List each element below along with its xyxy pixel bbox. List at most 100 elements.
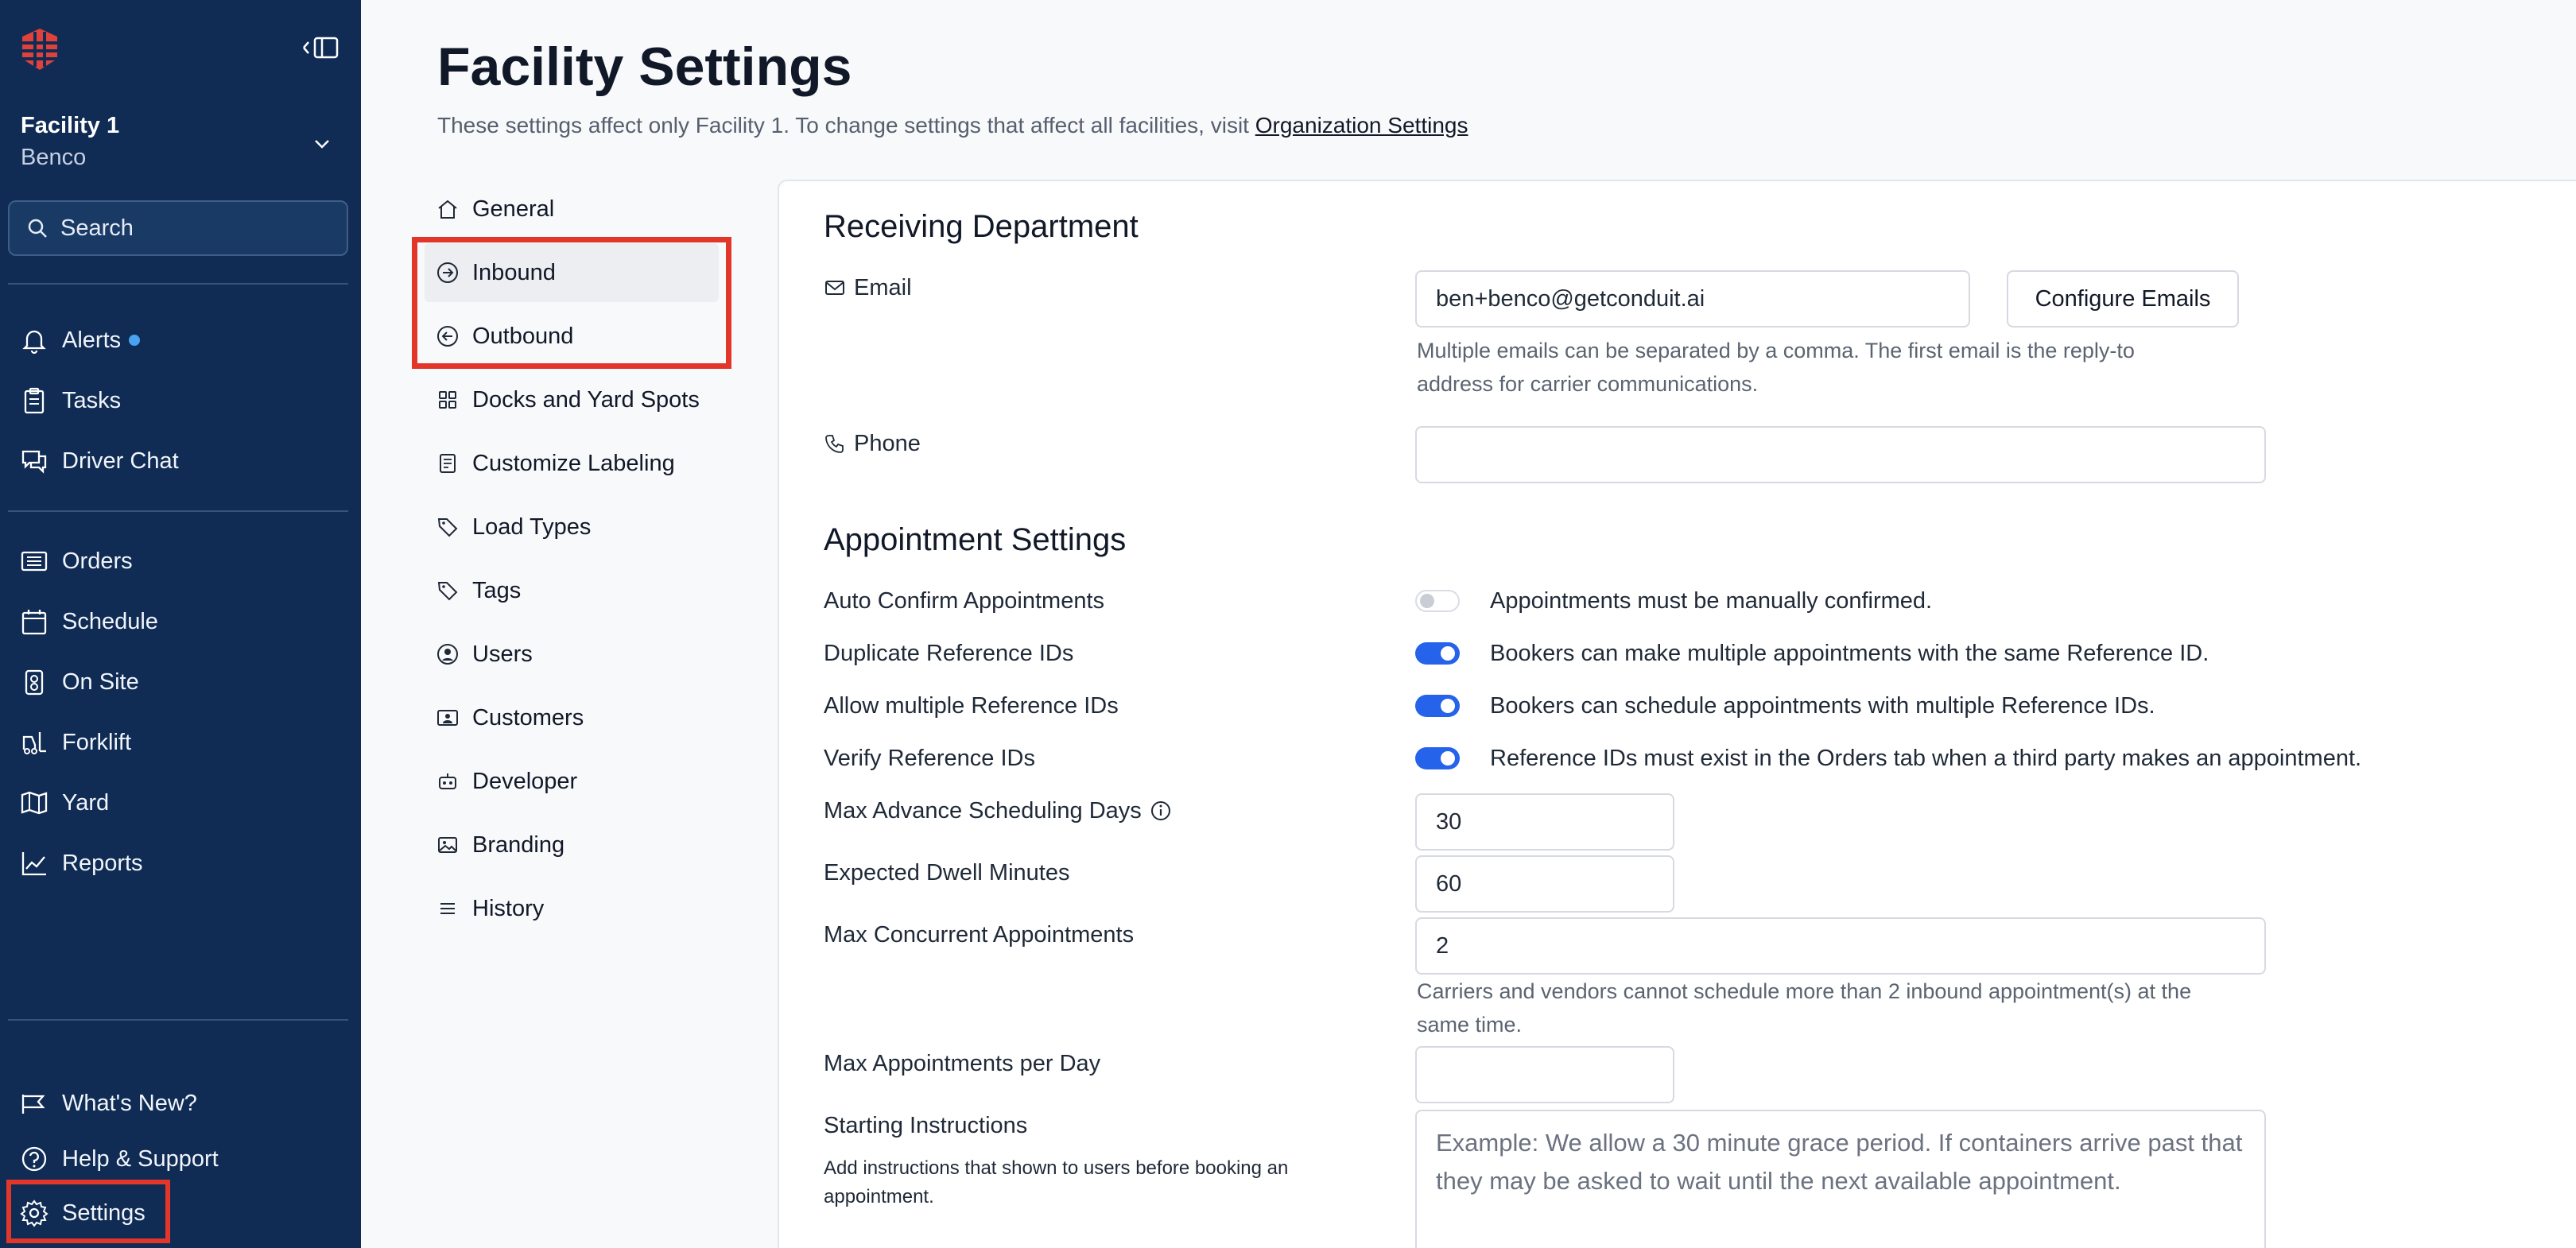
sidebar-item-label: On Site <box>62 669 139 695</box>
sidebar-item-orders[interactable]: Orders <box>19 537 133 585</box>
multiple-reference-label: Allow multiple Reference IDs <box>824 693 1119 719</box>
max-advance-input[interactable]: 30 <box>1415 793 1674 851</box>
sidebar-item-label: Tasks <box>62 387 122 413</box>
duplicate-reference-toggle[interactable] <box>1415 642 1460 665</box>
search-icon <box>28 219 47 238</box>
dwell-minutes-input[interactable]: 60 <box>1415 855 1674 913</box>
max-concurrent-input[interactable]: 2 <box>1415 917 2266 975</box>
grid-icon <box>439 391 456 409</box>
list-icon <box>440 903 455 914</box>
mail-icon <box>825 281 844 295</box>
starting-instructions-textarea[interactable]: Example: We allow a 30 minute grace peri… <box>1415 1110 2266 1248</box>
settings-nav-label: Developer <box>472 768 578 794</box>
verify-reference-label: Verify Reference IDs <box>824 746 1035 771</box>
sidebar-search[interactable]: Search <box>8 200 348 256</box>
tag-icon <box>437 582 458 601</box>
concurrent-help-text: Carriers and vendors cannot schedule mor… <box>1417 975 2191 1041</box>
settings-nav-users[interactable]: Users <box>436 625 722 684</box>
per-day-label: Max Appointments per Day <box>824 1051 1101 1076</box>
phone-input[interactable] <box>1415 426 2266 483</box>
tag-icon <box>437 518 458 537</box>
settings-nav-customize-labeling[interactable]: Customize Labeling <box>436 434 722 493</box>
sidebar-item-label: Yard <box>62 789 110 816</box>
toggle-knob <box>1441 751 1455 765</box>
settings-nav-customers[interactable]: Customers <box>436 688 722 747</box>
chevron-down-icon[interactable] <box>310 132 334 156</box>
sidebar-item-label: Driver Chat <box>62 448 179 474</box>
settings-nav-load-types[interactable]: Load Types <box>436 498 722 556</box>
settings-nav-label: Users <box>472 641 533 667</box>
multiple-reference-toggle[interactable] <box>1415 695 1460 717</box>
settings-nav-label: Branding <box>472 831 565 858</box>
settings-nav-history[interactable]: History <box>436 879 722 938</box>
alert-indicator-dot <box>129 335 141 346</box>
sidebar-item-yard[interactable]: Yard <box>19 779 109 827</box>
verify-reference-toggle[interactable] <box>1415 747 1460 769</box>
duplicate-reference-description: Bookers can make multiple appointments w… <box>1490 641 2209 666</box>
bell-icon <box>22 330 46 355</box>
id-card-icon <box>437 710 458 726</box>
home-icon <box>438 200 457 219</box>
sidebar-divider <box>8 283 348 285</box>
receiving-department-title: Receiving Department <box>824 209 1139 244</box>
configure-emails-button[interactable]: Configure Emails <box>2007 270 2239 328</box>
sidebar-item-forklift[interactable]: Forklift <box>19 719 131 766</box>
max-advance-label: Max Advance Scheduling Days <box>824 795 1172 827</box>
sidebar-divider <box>8 510 348 512</box>
email-label: Email <box>824 272 912 304</box>
duplicate-reference-label: Duplicate Reference IDs <box>824 641 1074 666</box>
settings-nav-general[interactable]: General <box>436 180 722 238</box>
sidebar-item-label: Schedule <box>62 608 158 634</box>
email-help-line: Multiple emails can be separated by a co… <box>1417 339 2135 362</box>
sidebar-item-label: Alerts <box>62 327 122 353</box>
settings-nav-docks[interactable]: Docks and Yard Spots <box>436 370 722 429</box>
sidebar-item-label: Forklift <box>62 729 131 755</box>
organization-settings-link[interactable]: Organization Settings <box>1255 113 1468 138</box>
toggle-knob <box>1420 594 1434 608</box>
image-icon <box>438 837 457 853</box>
max-concurrent-label: Max Concurrent Appointments <box>824 922 1135 948</box>
collapse-sidebar-icon[interactable] <box>297 32 342 64</box>
settings-nav-branding[interactable]: Branding <box>436 816 722 874</box>
settings-nav-label: Load Types <box>472 514 592 540</box>
settings-nav-tags[interactable]: Tags <box>436 561 722 620</box>
sidebar-item-help[interactable]: Help & Support <box>19 1135 219 1183</box>
sidebar-item-alerts[interactable]: Alerts <box>19 316 141 364</box>
sidebar-item-whats-new[interactable]: What's New? <box>19 1079 197 1127</box>
sidebar-item-schedule[interactable]: Schedule <box>19 598 158 645</box>
badge-icon <box>25 669 44 696</box>
page-subtitle-text: These settings affect only Facility 1. T… <box>437 113 1255 138</box>
per-day-input[interactable] <box>1415 1046 1674 1103</box>
facility-org: Benco <box>21 145 87 170</box>
orders-icon <box>21 551 48 572</box>
map-icon <box>21 791 48 815</box>
settings-nav-developer[interactable]: Developer <box>436 752 722 811</box>
sidebar-item-reports[interactable]: Reports <box>19 839 143 887</box>
auto-confirm-toggle[interactable] <box>1415 590 1460 612</box>
facility-name: Facility 1 <box>21 113 120 138</box>
conduit-logo[interactable] <box>17 27 62 72</box>
sidebar-item-driver-chat[interactable]: Driver Chat <box>19 437 179 485</box>
sidebar-item-label: Reports <box>62 850 143 876</box>
verify-reference-description: Reference IDs must exist in the Orders t… <box>1490 746 2362 771</box>
starting-instructions-label: Starting Instructions <box>824 1113 1028 1138</box>
search-label: Search <box>60 215 134 241</box>
forklift-icon <box>22 732 46 754</box>
document-icon <box>440 454 456 473</box>
sidebar-item-tasks[interactable]: Tasks <box>19 377 121 424</box>
dwell-minutes-label: Expected Dwell Minutes <box>824 860 1070 886</box>
settings-highlight-box <box>6 1180 170 1243</box>
info-icon[interactable] <box>1150 800 1172 822</box>
phone-label-text: Phone <box>854 431 921 456</box>
page-title: Facility Settings <box>437 37 852 97</box>
chat-icon <box>21 450 47 474</box>
settings-nav-label: Customers <box>472 704 584 731</box>
auto-confirm-label: Auto Confirm Appointments <box>824 588 1105 614</box>
settings-nav-label: Tags <box>472 577 522 603</box>
toggle-knob <box>1441 646 1455 661</box>
facility-switcher[interactable]: Facility 1 Benco <box>21 110 119 173</box>
starting-instructions-description: Add instructions that shown to users bef… <box>824 1157 1289 1207</box>
page-subtitle: These settings affect only Facility 1. T… <box>437 110 1468 141</box>
sidebar-item-on-site[interactable]: On Site <box>19 658 139 706</box>
email-input[interactable]: ben+benco@getconduit.ai <box>1415 270 1970 328</box>
